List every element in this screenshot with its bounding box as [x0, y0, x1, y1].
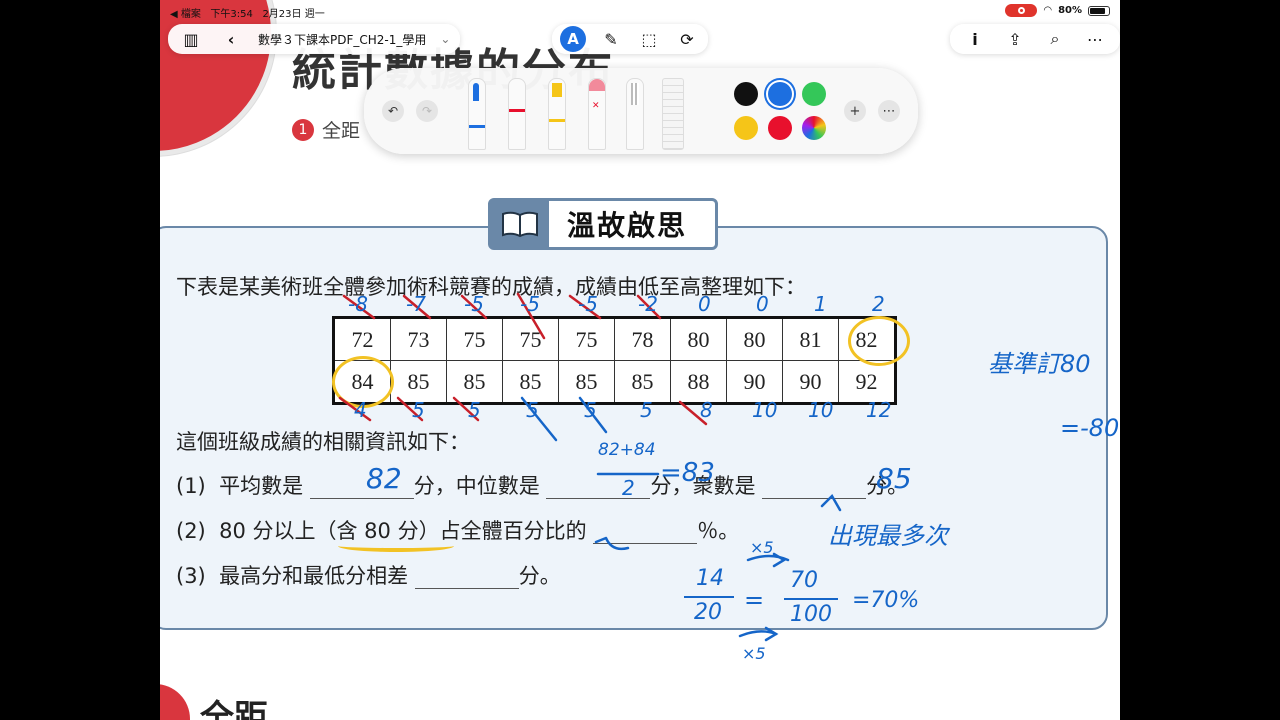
selection-icon[interactable]: ⬚ — [636, 26, 662, 52]
next-section-title: 全距 — [200, 698, 268, 720]
back-chevron-icon[interactable]: ‹ — [218, 26, 244, 52]
handwritten-base-note: 基準訂80 — [988, 350, 1091, 378]
status-bar: ◀ 檔案 下午3:54 2月23日 週一 ◠ 80% — [160, 0, 1120, 22]
handwritten-mark: 12 — [866, 398, 892, 422]
status-time: 下午3:54 — [210, 9, 253, 20]
battery-icon — [1088, 5, 1110, 16]
color-swatch-green[interactable] — [802, 82, 826, 106]
handwritten-mark: -7 — [406, 292, 426, 316]
pdf-page: 統計數據的分布 1 全距 溫故啟思 下表是某美術班全體參加術科競賽的成績，成績由… — [160, 0, 1120, 720]
status-left: ◀ 檔案 下午3:54 2月23日 週一 — [170, 5, 325, 20]
actions-toolbar: i ⇪ ⌕ ⋯ — [950, 24, 1120, 54]
wifi-icon: ◠ — [1043, 5, 1053, 16]
handwritten-mark: -5 — [578, 292, 598, 316]
handwritten-times5: ×5 — [742, 644, 766, 663]
drawing-tools-palette: ↶ ↷ ✕ + ⋯ — [364, 68, 918, 154]
handwritten-equals: = — [744, 586, 765, 614]
marker-tool-icon[interactable] — [548, 78, 566, 150]
handwritten-mode: 85 — [876, 462, 912, 495]
color-swatch-red[interactable] — [768, 116, 792, 140]
add-tool-icon[interactable]: + — [844, 100, 866, 122]
ruler-tool-icon[interactable] — [662, 78, 684, 150]
handwritten-mark: 5 — [640, 398, 653, 422]
color-swatch-black[interactable] — [734, 82, 758, 106]
eraser-tool-icon[interactable]: ✕ — [588, 78, 606, 150]
search-icon[interactable]: ⌕ — [1042, 26, 1068, 52]
handwritten-median-denominator: 2 — [622, 476, 635, 500]
handwritten-median: =83 — [660, 458, 715, 488]
screen-recording-icon[interactable] — [1005, 4, 1038, 17]
handwritten-mark: 2 — [872, 292, 885, 316]
handwritten-percent: =70% — [852, 588, 920, 613]
handwritten-mean: 82 — [366, 462, 402, 495]
info-icon[interactable]: i — [962, 26, 988, 52]
sidebar-icon[interactable]: ▥ — [178, 26, 204, 52]
status-date: 2月23日 週一 — [262, 9, 325, 20]
redo-icon[interactable]: ↷ — [416, 100, 438, 122]
pen-tool-icon[interactable] — [468, 78, 486, 150]
handwritten-mark: 5 — [584, 398, 597, 422]
handwritten-mark: 8 — [700, 398, 713, 422]
document-title[interactable]: 數學３下課本PDF_CH2-1_學用 — [258, 31, 426, 48]
rotate-icon[interactable]: ⟳ — [674, 26, 700, 52]
handwritten-mark: -5 — [520, 292, 540, 316]
handwritten-fraction-bottom: 100 — [790, 602, 832, 627]
pencil-tool-icon[interactable] — [508, 78, 526, 150]
handwritten-mark: 0 — [756, 292, 769, 316]
more-icon[interactable]: ⋯ — [1082, 26, 1108, 52]
share-icon[interactable]: ⇪ — [1002, 26, 1028, 52]
color-picker-icon[interactable] — [802, 116, 826, 140]
handwritten-mark: 5 — [468, 398, 481, 422]
handwritten-mark: 0 — [698, 292, 711, 316]
document-toolbar: ▥ ‹ 數學３下課本PDF_CH2-1_學用 ⌄ — [168, 24, 461, 54]
handwritten-fraction-top: 14 — [696, 566, 724, 591]
back-to-files-link[interactable]: ◀ 檔案 — [170, 9, 201, 20]
color-swatch-yellow[interactable] — [734, 116, 758, 140]
title-chevron-icon[interactable]: ⌄ — [440, 32, 450, 46]
fraction-bar — [784, 598, 838, 600]
handwritten-base-minus: =-80 — [1060, 414, 1120, 442]
color-swatch-blue[interactable] — [768, 82, 792, 106]
battery-percent: 80% — [1058, 5, 1082, 16]
fraction-bar — [684, 596, 734, 598]
undo-icon[interactable]: ↶ — [382, 100, 404, 122]
handwritten-mark: 5 — [412, 398, 425, 422]
handwritten-mark: 4 — [354, 398, 367, 422]
handwritten-mark: -5 — [464, 292, 484, 316]
handwritten-mark: -2 — [638, 292, 658, 316]
handwritten-mark: -8 — [348, 292, 368, 316]
handwritten-mark: 10 — [752, 398, 778, 422]
handwritten-median-numerator: 82+84 — [598, 440, 656, 460]
markup-pen-icon[interactable]: A — [560, 26, 586, 52]
handwritten-times5: ×5 — [750, 538, 774, 557]
handwritten-mark: 5 — [526, 398, 539, 422]
highlighter-icon[interactable]: ✎ — [598, 26, 624, 52]
more-tools-icon[interactable]: ⋯ — [878, 100, 900, 122]
handwritten-mark: 10 — [808, 398, 834, 422]
handwritten-mark: 1 — [814, 292, 827, 316]
markup-toolbar: A ✎ ⬚ ⟳ — [552, 24, 708, 54]
handwritten-mode-note: 出現最多次 — [828, 522, 948, 550]
lasso-tool-icon[interactable] — [626, 78, 644, 150]
handwritten-fraction-top: 70 — [790, 568, 818, 593]
handwritten-fraction-bottom: 20 — [694, 600, 722, 625]
